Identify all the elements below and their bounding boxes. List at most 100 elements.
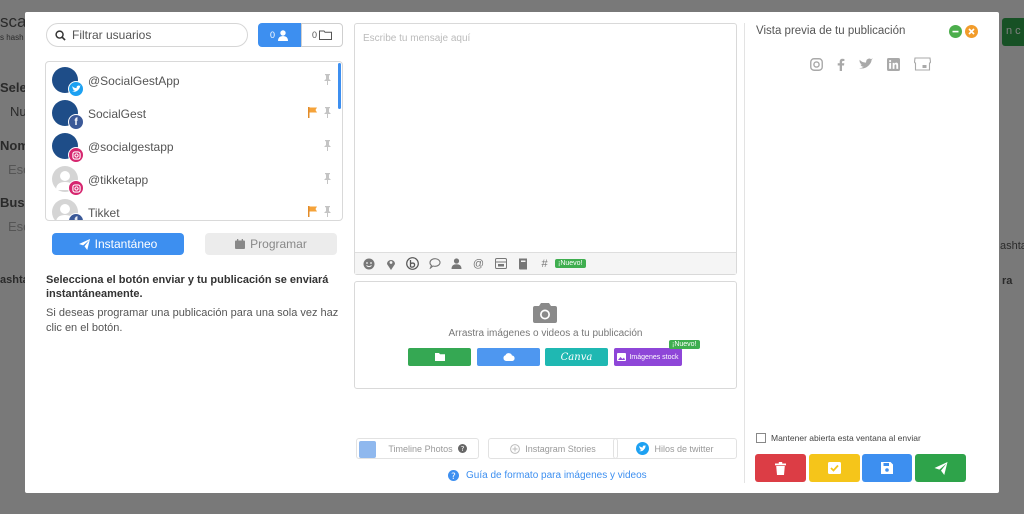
approve-button[interactable] <box>809 454 860 482</box>
help-icon: ? <box>448 470 459 481</box>
account-item[interactable]: @SocialGestApp <box>46 64 336 97</box>
pin-icon[interactable] <box>323 140 332 151</box>
close-icon <box>968 28 975 35</box>
canva-button[interactable]: Canva <box>545 348 608 366</box>
svg-text:?: ? <box>451 472 456 481</box>
instagram-icon <box>68 180 84 196</box>
send-button[interactable] <box>915 454 966 482</box>
account-item[interactable]: f SocialGest <box>46 97 336 130</box>
format-guide-label: Guía de formato para imágenes y videos <box>466 470 647 481</box>
instant-mode-label: Instantáneo <box>94 237 158 251</box>
users-filter-button[interactable]: 0 <box>258 23 301 47</box>
flag-icon <box>308 107 317 118</box>
stock-images-label: Imágenes stock <box>629 353 679 361</box>
pin-icon[interactable] <box>323 107 332 118</box>
users-count: 0 <box>269 30 275 40</box>
camera-icon <box>533 303 557 323</box>
account-item[interactable]: @socialgestapp <box>46 130 336 163</box>
twitter-icon <box>68 81 84 97</box>
location-icon[interactable] <box>382 255 399 272</box>
message-placeholder: Escribe tu mensaje aquí <box>363 33 471 44</box>
minimize-button[interactable] <box>949 25 962 38</box>
check-square-icon <box>828 462 841 474</box>
twitter-threads-button[interactable]: Hilos de twitter <box>613 438 737 459</box>
instant-mode-button[interactable]: Instantáneo <box>52 233 184 255</box>
upload-from-cloud-button[interactable] <box>477 348 540 366</box>
hashtag-new-badge: ¡Nuevo! <box>555 259 586 268</box>
paper-plane-icon <box>78 238 90 250</box>
paper-plane-icon <box>934 461 947 475</box>
facebook-icon: f <box>68 213 84 220</box>
account-list[interactable]: @SocialGestApp f SocialGest @socialgesta… <box>45 61 343 221</box>
folders-count: 0 <box>311 30 317 40</box>
keep-open-option[interactable]: Mantener abierta esta ventana al enviar <box>756 433 921 443</box>
help-icon: ? <box>457 444 467 453</box>
message-composer[interactable]: Escribe tu mensaje aquí @ # ¡Nuevo! <box>354 23 737 275</box>
upload-from-files-button[interactable] <box>408 348 471 366</box>
gallery-icon[interactable] <box>492 255 509 272</box>
timeline-photos-button[interactable]: Timeline Photos ? <box>356 438 479 459</box>
comment-icon[interactable] <box>426 255 443 272</box>
dropzone-hint: Arrastra imágenes o videos a tu publicac… <box>448 328 643 339</box>
twitter-icon[interactable] <box>859 58 873 70</box>
twitter-threads-label: Hilos de twitter <box>654 443 714 454</box>
linkedin-icon[interactable] <box>887 57 900 71</box>
account-name: @tikketapp <box>88 173 149 187</box>
pin-icon[interactable] <box>323 74 332 85</box>
preview-title: Vista previa de tu publicación <box>756 25 906 37</box>
close-button[interactable] <box>965 25 978 38</box>
instagram-stories-label: Instagram Stories <box>525 443 596 454</box>
instagram-stories-button[interactable]: Instagram Stories <box>488 438 618 459</box>
preview-divider <box>744 23 745 483</box>
book-icon[interactable] <box>514 255 531 272</box>
instant-info-heading: Selecciona el botón enviar y tu publicac… <box>46 274 329 300</box>
instant-info-text: Si deseas programar una publicación para… <box>46 307 339 334</box>
facebook-icon[interactable] <box>837 58 845 71</box>
minus-icon <box>952 30 959 33</box>
preview-network-tabs <box>810 57 931 71</box>
svg-text:?: ? <box>460 444 464 453</box>
account-name: Tikket <box>88 206 120 220</box>
canva-label: Canva <box>560 351 593 363</box>
account-item[interactable]: @tikketapp <box>46 163 336 196</box>
stock-new-badge: ¡Nuevo! <box>669 340 700 349</box>
twitter-icon <box>636 442 650 455</box>
keep-open-checkbox[interactable] <box>756 433 766 443</box>
account-list-scrollbar[interactable] <box>338 63 341 109</box>
pin-icon[interactable] <box>323 173 332 184</box>
account-name: @socialgestapp <box>88 140 174 154</box>
add-circle-icon <box>510 443 521 454</box>
emoji-icon[interactable] <box>360 255 377 272</box>
account-name: SocialGest <box>88 107 147 121</box>
trash-icon <box>775 461 786 475</box>
instagram-icon[interactable] <box>810 57 823 71</box>
folders-filter-button[interactable]: 0 <box>301 23 343 47</box>
media-dropzone[interactable]: Arrastra imágenes o videos a tu publicac… <box>354 281 737 389</box>
schedule-mode-label: Programar <box>250 237 307 251</box>
timeline-photos-label: Timeline Photos <box>388 443 453 454</box>
composer-toolbar: @ # ¡Nuevo! <box>355 252 736 274</box>
publish-modal: Filtrar usuarios 0 0 @SocialGestApp f So… <box>25 12 999 493</box>
user-search-input[interactable]: Filtrar usuarios <box>46 23 248 47</box>
user-icon <box>278 29 288 41</box>
link-shortener-icon[interactable] <box>404 255 421 272</box>
mention-icon[interactable]: @ <box>470 255 487 272</box>
delete-button[interactable] <box>755 454 806 482</box>
image-icon <box>617 353 627 361</box>
user-search-placeholder: Filtrar usuarios <box>72 28 152 42</box>
stock-images-button[interactable]: Imágenes stock <box>614 348 682 366</box>
save-button[interactable] <box>862 454 912 482</box>
user-tag-icon[interactable] <box>448 255 465 272</box>
keep-open-label: Mantener abierta esta ventana al enviar <box>771 433 921 443</box>
schedule-mode-button[interactable]: Programar <box>205 233 337 255</box>
facebook-icon: f <box>68 114 84 130</box>
format-guide-link[interactable]: ? Guía de formato para imágenes y videos <box>448 470 647 481</box>
hashtag-icon[interactable]: # <box>536 255 553 272</box>
gmb-icon[interactable] <box>914 57 931 71</box>
account-item[interactable]: f Tikket <box>46 196 336 220</box>
floppy-disk-icon <box>881 462 893 474</box>
timeline-photos-icon <box>359 441 376 458</box>
pin-icon[interactable] <box>323 206 332 217</box>
instagram-icon <box>68 147 84 163</box>
account-name: @SocialGestApp <box>88 74 180 88</box>
